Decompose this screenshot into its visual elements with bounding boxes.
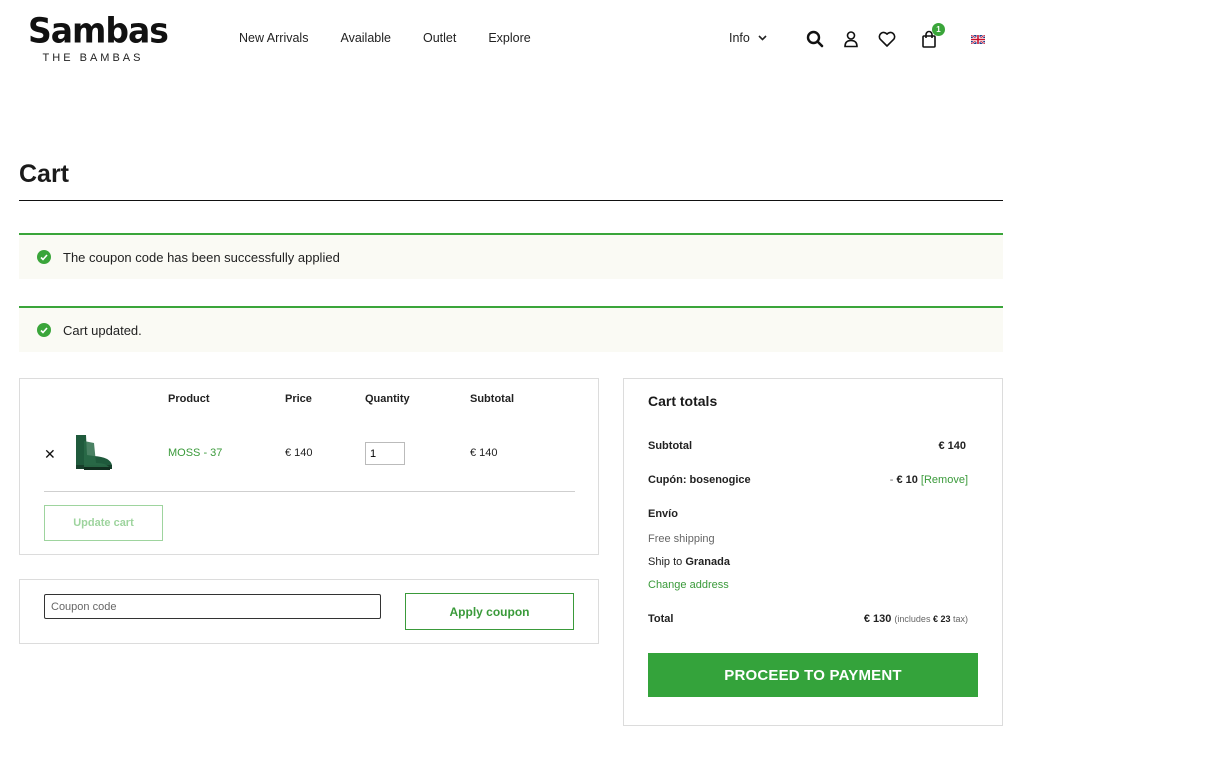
totals-title: Cart totals [648, 393, 718, 409]
coupon-discount: - € 10 [Remove] [890, 474, 968, 486]
chevron-down-icon [758, 35, 767, 41]
check-circle-icon [37, 250, 51, 264]
nav-available[interactable]: Available [340, 31, 391, 45]
coupon-label: Cupón: bosenogice [648, 474, 751, 486]
header-quantity: Quantity [365, 393, 410, 405]
quantity-input[interactable] [365, 442, 405, 465]
tax-note: (includes € 23 tax) [894, 614, 968, 624]
nav-explore[interactable]: Explore [488, 31, 530, 45]
ship-to-city: Granada [685, 556, 730, 568]
nav-outlet[interactable]: Outlet [423, 31, 456, 45]
main-nav: New Arrivals Available Outlet Explore [239, 31, 563, 45]
notice-text: The coupon code has been successfully ap… [63, 249, 340, 265]
check-circle-icon [37, 323, 51, 337]
update-cart-button[interactable]: Update cart [44, 505, 163, 541]
cart-count-badge: 1 [932, 23, 945, 36]
subtotal-label: Subtotal [648, 440, 692, 452]
product-subtotal: € 140 [470, 447, 498, 459]
title-divider [19, 200, 1003, 201]
coupon-section: Apply coupon [19, 579, 599, 644]
change-address-link[interactable]: Change address [648, 579, 729, 591]
cart-updated-notice: Cart updated. [19, 306, 1003, 352]
apply-coupon-button[interactable]: Apply coupon [405, 593, 574, 630]
shipping-method: Free shipping [648, 533, 715, 545]
ship-to: Ship to Granada [648, 556, 730, 568]
header-product: Product [168, 393, 210, 405]
page-title: Cart [19, 160, 70, 188]
remove-coupon-link[interactable]: [Remove] [921, 474, 968, 486]
remove-item-icon[interactable]: ✕ [44, 446, 56, 463]
shipping-label: Envío [648, 508, 678, 520]
discount-value: € 10 [896, 474, 918, 486]
site-header: Sambas THE BAMBAS New Arrivals Available… [0, 0, 1215, 80]
total-label: Total [648, 613, 674, 625]
uk-flag-icon[interactable] [971, 35, 985, 44]
info-dropdown[interactable]: Info [729, 31, 767, 45]
cart-bag-icon[interactable]: 1 [919, 23, 945, 49]
nav-new-arrivals[interactable]: New Arrivals [239, 31, 308, 45]
subtotal-value: € 140 [938, 440, 966, 452]
total-value: € 130 [863, 613, 892, 625]
header-subtotal: Subtotal [470, 393, 514, 405]
wishlist-heart-icon[interactable] [877, 29, 897, 49]
product-link[interactable]: MOSS - 37 [168, 447, 222, 459]
logo-wordmark: Sambas [28, 10, 169, 51]
proceed-to-payment-button[interactable]: PROCEED TO PAYMENT [648, 653, 978, 697]
total-amount: € 130 (includes € 23 tax) [864, 613, 968, 625]
product-price: € 140 [285, 447, 313, 459]
cart-totals-panel: Cart totals Subtotal € 140 Cupón: boseno… [623, 378, 1003, 726]
header-price: Price [285, 393, 312, 405]
ship-to-prefix: Ship to [648, 556, 686, 568]
notice-text: Cart updated. [63, 322, 142, 338]
search-icon[interactable] [805, 29, 825, 49]
cart-table: Product Price Quantity Subtotal ✕ MOSS -… [19, 378, 599, 555]
coupon-code-input[interactable] [44, 594, 381, 619]
logo-subtitle: THE BAMBAS [42, 52, 144, 64]
account-icon[interactable] [841, 29, 861, 49]
info-label: Info [729, 31, 750, 45]
product-thumbnail[interactable] [70, 429, 116, 475]
row-divider [44, 491, 575, 492]
brand-logo[interactable]: Sambas THE BAMBAS [28, 10, 169, 68]
coupon-success-notice: The coupon code has been successfully ap… [19, 233, 1003, 279]
product-name-link[interactable]: MOSS - 37 [168, 447, 222, 459]
